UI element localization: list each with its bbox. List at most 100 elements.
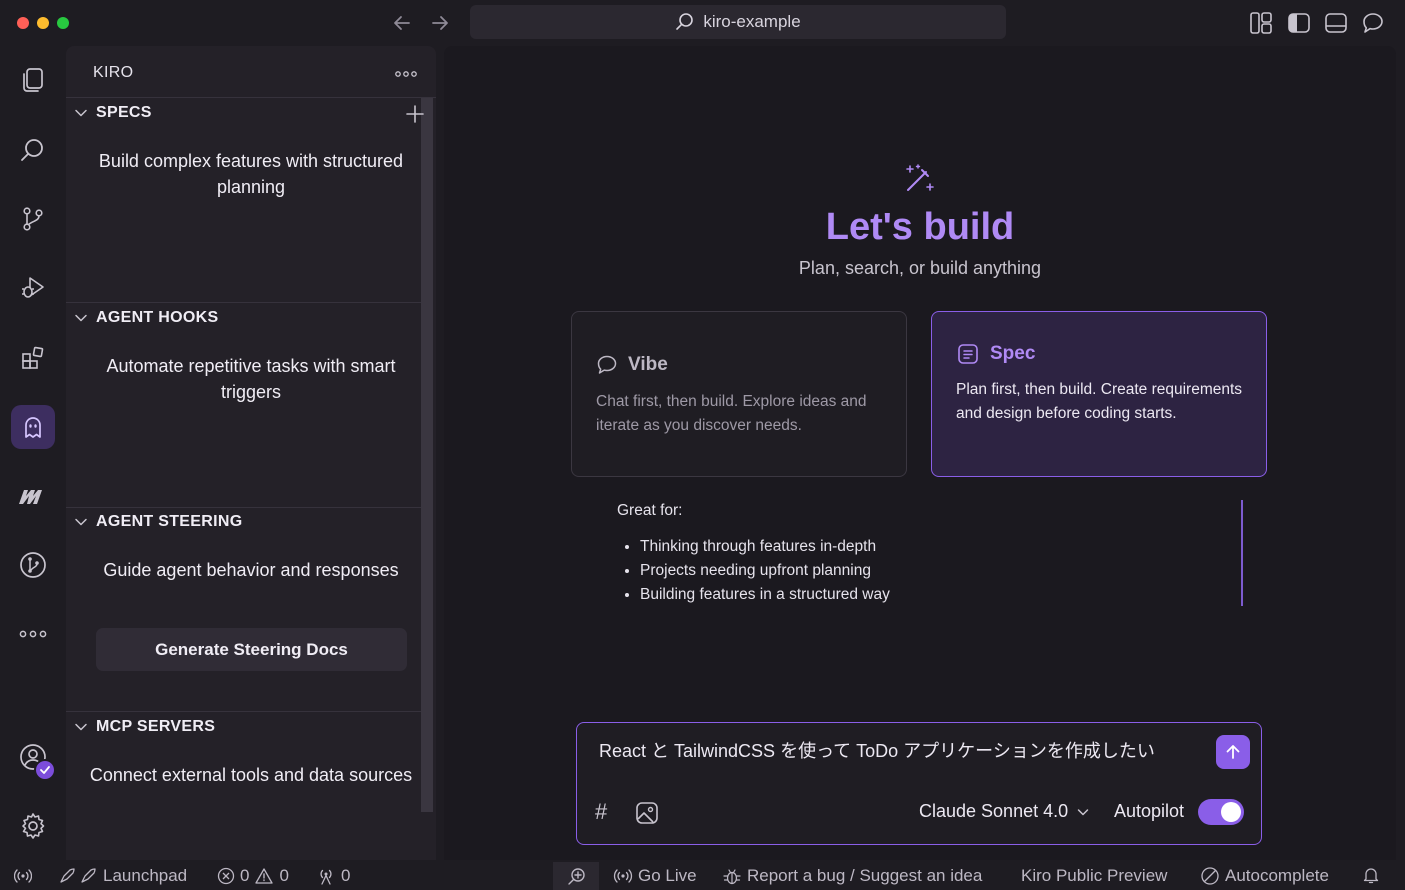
chevron-down-icon	[1077, 808, 1089, 815]
explorer-button[interactable]	[11, 58, 55, 102]
sidebar-title: KIRO	[93, 64, 134, 81]
model-name: Claude Sonnet 4.0	[919, 801, 1069, 821]
go-live-item[interactable]: Go Live	[613, 866, 697, 886]
radio-tower-icon	[320, 869, 332, 885]
notifications-item[interactable]	[1362, 866, 1380, 884]
list-item: Projects needing upfront planning	[640, 559, 890, 583]
section-title: AGENT STEERING	[96, 513, 243, 530]
magic-wand-icon	[906, 164, 934, 191]
autocomplete-item[interactable]: Autocomplete	[1200, 866, 1329, 886]
more-horizontal-icon	[19, 630, 47, 638]
section-description: Connect external tools and data sources	[89, 765, 413, 785]
kiro-preview-item[interactable]: Kiro Public Preview	[1021, 866, 1167, 886]
model-selector[interactable]: Claude Sonnet 4.0	[919, 801, 1090, 822]
search-bar-text: kiro-example	[703, 12, 801, 31]
chevron-down-icon	[75, 314, 87, 322]
maximize-window-button[interactable]	[57, 17, 69, 29]
title-bar: kiro-example	[0, 0, 1405, 46]
section-description: Build complex features with structured p…	[98, 151, 404, 197]
rocket-icon	[60, 868, 96, 883]
specs-section: SPECS Build complex features with struct…	[66, 98, 424, 302]
context-hash-button[interactable]: #	[595, 799, 607, 825]
sidebar-header: KIRO	[66, 46, 436, 98]
headline: Let's build	[825, 206, 1015, 248]
agent-hooks-section-header[interactable]: AGENT HOOKS	[74, 303, 218, 333]
autopilot-toggle[interactable]	[1198, 799, 1244, 825]
source-control-icon	[23, 207, 43, 231]
generate-steering-docs-button[interactable]: Generate Steering Docs	[96, 628, 407, 671]
specs-section-header[interactable]: SPECS	[74, 98, 152, 128]
bell-icon	[1363, 868, 1379, 884]
problems-item[interactable]: 0 0	[217, 866, 289, 886]
section-description: Guide agent behavior and responses	[103, 560, 399, 580]
mcp-servers-section-header[interactable]: MCP SERVERS	[74, 712, 215, 742]
ports-item[interactable]: 0	[316, 866, 350, 886]
search-button[interactable]	[11, 128, 55, 172]
chat-bubble-icon	[597, 355, 617, 374]
launchpad-item[interactable]: Launchpad	[58, 866, 187, 886]
error-count: 0	[240, 866, 250, 885]
remote-indicator[interactable]	[14, 866, 32, 884]
git-graph-button[interactable]	[11, 543, 55, 587]
toggle-panel-icon[interactable]	[1324, 11, 1348, 35]
zoom-search-zone[interactable]	[553, 862, 599, 890]
list-item: Thinking through features in-depth	[640, 535, 890, 559]
m-extension-button[interactable]	[11, 474, 55, 518]
warning-icon	[255, 868, 274, 884]
spec-mode-card[interactable]: Spec Plan first, then build. Create requ…	[931, 311, 1267, 477]
vibe-mode-card[interactable]: Vibe Chat first, then build. Explore ide…	[571, 311, 907, 477]
add-spec-icon[interactable]	[405, 104, 425, 124]
report-bug-label: Report a bug / Suggest an idea	[747, 866, 983, 885]
forward-arrow-icon[interactable]	[429, 12, 451, 34]
launchpad-label: Launchpad	[103, 866, 188, 885]
vibe-card-title: Vibe	[596, 354, 668, 376]
run-debug-button[interactable]	[11, 266, 55, 310]
kiro-sidebar: KIRO SPECS Build complex features with s…	[66, 46, 436, 860]
layout-customize-icon[interactable]	[1249, 11, 1273, 35]
kiro-button[interactable]	[11, 405, 55, 449]
image-attach-icon[interactable]	[635, 801, 659, 825]
kiro-chat-panel: Let's build Plan, search, or build anyth…	[444, 46, 1396, 860]
extensions-icon	[22, 346, 44, 369]
check-icon	[40, 766, 50, 774]
sidebar-scrollbar[interactable]	[421, 98, 433, 812]
section-title: AGENT HOOKS	[96, 309, 219, 326]
agent-hooks-section: AGENT HOOKS Automate repetitive tasks wi…	[66, 303, 421, 507]
more-views-button[interactable]	[11, 612, 55, 656]
chat-input-box[interactable]: React と TailwindCSS を使って ToDo アプリケーションを作…	[576, 722, 1262, 845]
mcp-servers-section: MCP SERVERS Connect external tools and d…	[66, 712, 421, 860]
error-icon	[217, 867, 235, 885]
report-bug-item[interactable]: Report a bug / Suggest an idea	[722, 866, 982, 886]
settings-button[interactable]	[11, 804, 55, 848]
go-live-label: Go Live	[638, 866, 697, 885]
chat-bubble-icon[interactable]	[1361, 11, 1385, 35]
kiro-preview-label: Kiro Public Preview	[1021, 866, 1168, 885]
search-icon	[676, 13, 694, 30]
chevron-down-icon	[75, 723, 87, 731]
account-check-badge	[34, 759, 56, 781]
bug-icon	[723, 869, 741, 885]
accent-divider-line	[1241, 500, 1243, 606]
more-actions-icon[interactable]	[394, 70, 418, 78]
great-for-list: Thinking through features in-depth Proje…	[640, 535, 890, 607]
toggle-knob	[1221, 802, 1241, 822]
command-search-bar[interactable]: kiro-example	[470, 5, 1006, 39]
extensions-button[interactable]	[11, 336, 55, 380]
back-arrow-icon[interactable]	[391, 12, 413, 34]
minimize-window-button[interactable]	[37, 17, 49, 29]
autopilot-label: Autopilot	[1114, 801, 1185, 821]
source-control-button[interactable]	[11, 197, 55, 241]
section-description: Automate repetitive tasks with smart tri…	[106, 356, 396, 402]
spec-card-description: Plan first, then build. Create requireme…	[956, 381, 1243, 422]
agent-steering-section-header[interactable]: AGENT STEERING	[74, 507, 242, 537]
status-bar: Launchpad 0 0 0 Go Live Report a bug / S…	[0, 862, 1405, 890]
chat-input-text[interactable]: React と TailwindCSS を使って ToDo アプリケーションを作…	[599, 737, 1155, 763]
section-title: SPECS	[96, 104, 152, 121]
document-list-icon	[958, 344, 978, 364]
close-window-button[interactable]	[17, 17, 29, 29]
subheadline: Plan, search, or build anything	[798, 258, 1042, 278]
send-button[interactable]	[1216, 735, 1250, 769]
toggle-primary-sidebar-icon[interactable]	[1287, 11, 1311, 35]
chevron-down-icon	[75, 518, 87, 526]
gear-icon	[22, 813, 45, 839]
